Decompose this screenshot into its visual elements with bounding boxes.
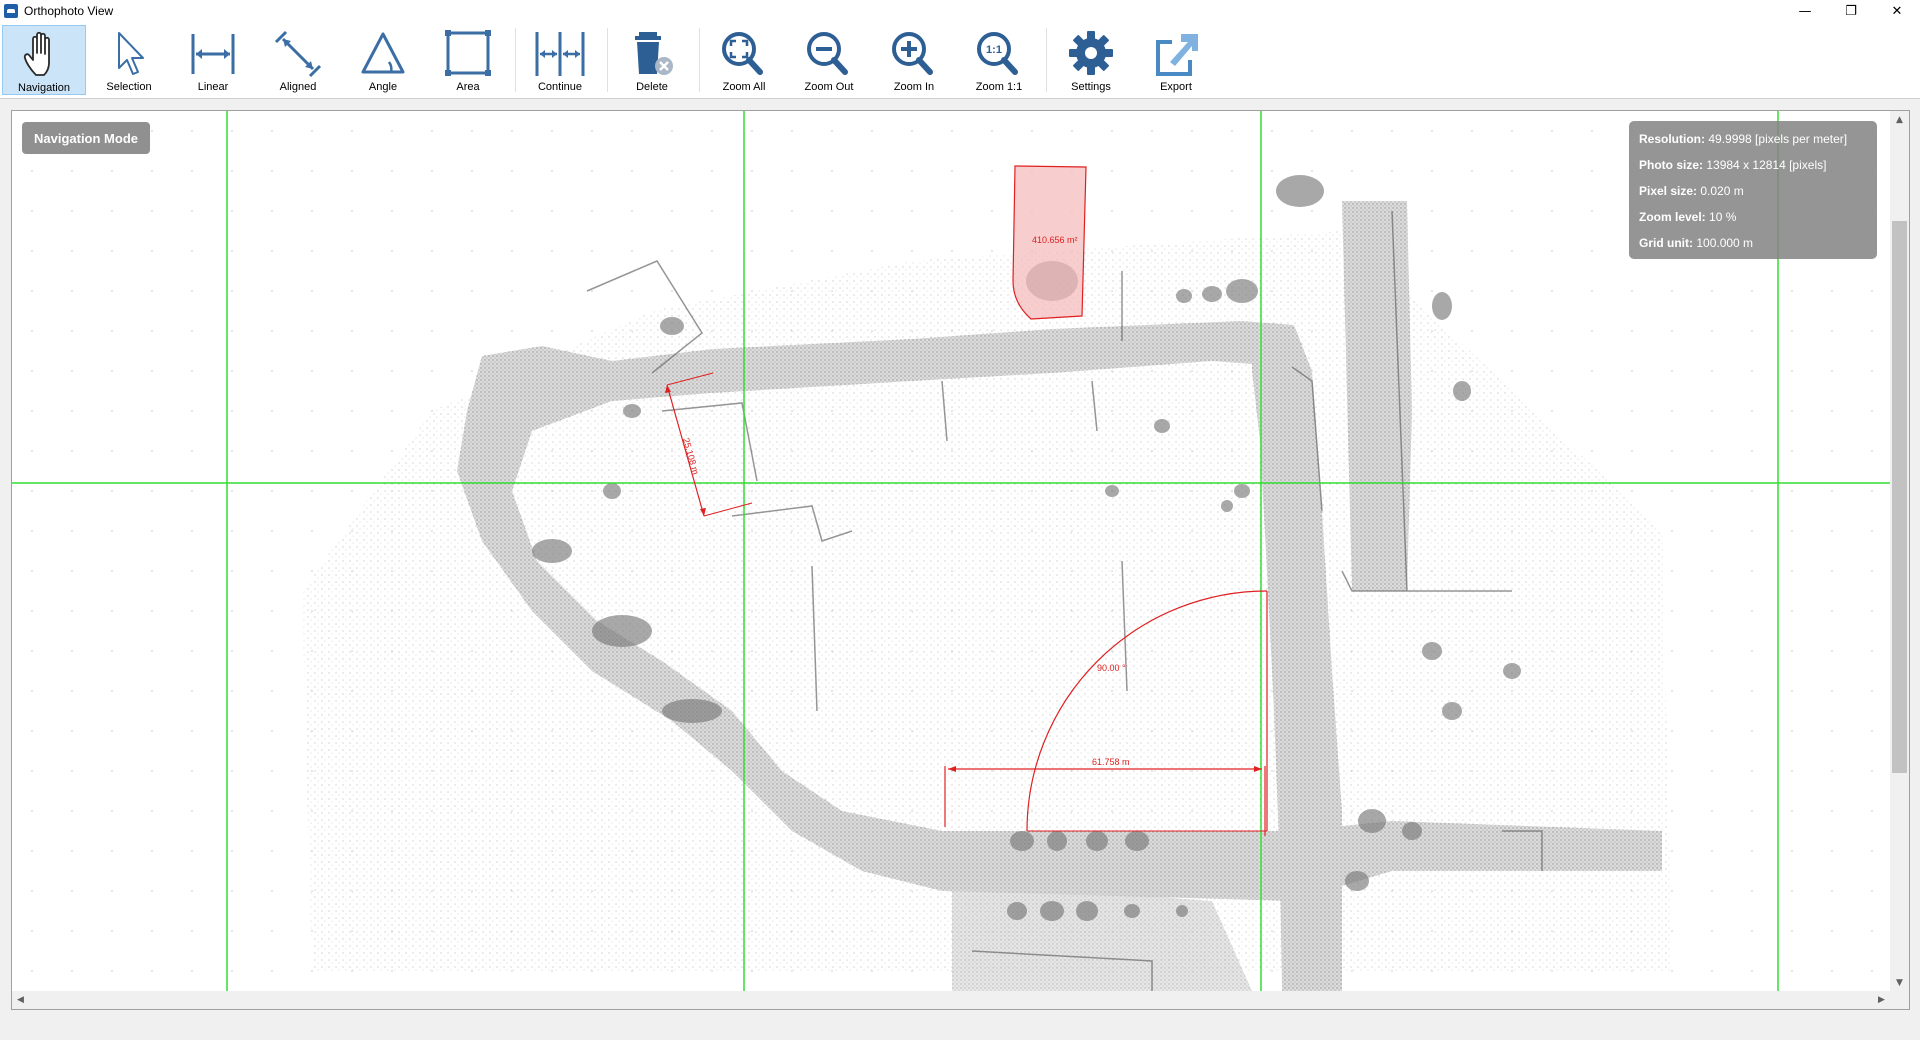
angle-measurement-label: 90.00 °	[1097, 663, 1126, 673]
close-button[interactable]: ✕	[1874, 0, 1920, 22]
linear-measurement-label: 61.758 m	[1092, 757, 1130, 767]
info-value: 49.9998 [pixels per meter]	[1708, 132, 1848, 146]
tool-label: Aligned	[279, 81, 317, 93]
toolbar-separator	[1046, 28, 1047, 92]
restore-button[interactable]: ❐	[1828, 0, 1874, 22]
toolbar: Navigation Selection Linear Aligned Angl…	[0, 22, 1920, 99]
mode-badge: Navigation Mode	[22, 122, 150, 154]
toolbar-separator	[607, 28, 608, 92]
orthophoto-canvas[interactable]: 410.656 m² 25.108 m 90.00 ° 61.758 m Nav…	[11, 110, 1910, 1010]
info-zoom-level: Zoom level: 10 %	[1639, 207, 1867, 233]
selection-tool-button[interactable]: Selection	[87, 25, 171, 95]
tool-label: Navigation	[18, 82, 70, 94]
tool-label: Settings	[1071, 81, 1111, 93]
minimize-button[interactable]: —	[1782, 0, 1828, 22]
cursor-arrow-icon	[118, 32, 144, 75]
horizontal-scrollbar[interactable]: ◀ ▶	[12, 991, 1890, 1009]
continue-measure-icon	[535, 32, 585, 76]
tool-label: Zoom All	[722, 81, 766, 93]
info-value: 13984 x 12814 [pixels]	[1706, 158, 1827, 172]
scroll-right-icon[interactable]: ▶	[1873, 991, 1890, 1009]
info-label: Pixel size:	[1639, 184, 1698, 198]
area-measurement-label: 410.656 m²	[1032, 235, 1078, 245]
info-photo-size: Photo size: 13984 x 12814 [pixels]	[1639, 155, 1867, 181]
zoom-all-button[interactable]: Zoom All	[702, 25, 786, 95]
info-label: Photo size:	[1639, 158, 1704, 172]
svg-text:1:1: 1:1	[986, 44, 1002, 56]
tool-label: Continue	[537, 81, 583, 93]
info-value: 100.000 m	[1696, 236, 1754, 250]
gear-icon	[1069, 31, 1113, 75]
vertical-scrollbar[interactable]: ▲ ▼	[1890, 111, 1909, 991]
aligned-tool-button[interactable]: Aligned	[256, 25, 340, 95]
area-measurement[interactable]: 410.656 m²	[1012, 165, 1087, 320]
linear-measure-icon	[191, 34, 235, 74]
area-measure-icon	[445, 30, 491, 76]
tool-label: Zoom In	[893, 81, 935, 93]
title-bar: Orthophoto View — ❐ ✕	[0, 0, 1920, 22]
hand-icon	[23, 31, 50, 76]
zoom-1-1-button[interactable]: 1:1 Zoom 1:1	[957, 25, 1041, 95]
tool-label: Export	[1160, 81, 1192, 93]
info-label: Resolution:	[1639, 132, 1705, 146]
area-tool-button[interactable]: Area	[426, 25, 510, 95]
tool-label: Area	[456, 81, 480, 93]
linear-tool-button[interactable]: Linear	[171, 25, 255, 95]
tool-label: Zoom Out	[804, 81, 854, 93]
scroll-up-icon[interactable]: ▲	[1890, 111, 1909, 128]
angle-tool-button[interactable]: Angle	[341, 25, 425, 95]
tool-label: Angle	[368, 81, 398, 93]
zoom-1-1-icon: 1:1	[977, 32, 1018, 75]
orthophoto-scene: 410.656 m² 25.108 m 90.00 ° 61.758 m	[12, 111, 1890, 991]
toolbar-separator	[515, 28, 516, 92]
export-button[interactable]: Export	[1134, 25, 1218, 95]
zoom-all-icon	[722, 32, 763, 75]
delete-tool-button[interactable]: Delete	[610, 25, 694, 95]
info-grid-unit: Grid unit: 100.000 m	[1639, 233, 1867, 259]
trash-icon	[635, 32, 673, 75]
tool-label: Selection	[106, 81, 152, 93]
navigation-tool-button[interactable]: Navigation	[2, 25, 86, 95]
angle-measure-icon	[361, 32, 405, 74]
export-icon	[1156, 34, 1198, 76]
toolbar-separator	[699, 28, 700, 92]
scroll-down-icon[interactable]: ▼	[1890, 974, 1909, 991]
scrollbar-corner	[1890, 991, 1909, 1009]
info-panel: Resolution: 49.9998 [pixels per meter] P…	[1629, 121, 1877, 259]
zoom-out-button[interactable]: Zoom Out	[787, 25, 871, 95]
aligned-measure-icon	[274, 30, 322, 78]
zoom-in-icon	[892, 32, 933, 75]
continue-tool-button[interactable]: Continue	[518, 25, 602, 95]
zoom-out-icon	[807, 32, 848, 75]
window-controls: — ❐ ✕	[1782, 0, 1920, 22]
settings-button[interactable]: Settings	[1049, 25, 1133, 95]
zoom-in-button[interactable]: Zoom In	[872, 25, 956, 95]
info-resolution: Resolution: 49.9998 [pixels per meter]	[1639, 129, 1867, 155]
tool-label: Delete	[636, 81, 668, 93]
info-label: Grid unit:	[1639, 236, 1693, 250]
info-value: 0.020 m	[1700, 184, 1744, 198]
info-label: Zoom level:	[1639, 210, 1706, 224]
info-value: 10 %	[1709, 210, 1737, 224]
scroll-left-icon[interactable]: ◀	[12, 991, 29, 1009]
tool-label: Zoom 1:1	[975, 81, 1023, 93]
vertical-scroll-thumb[interactable]	[1892, 221, 1907, 773]
window-title: Orthophoto View	[24, 4, 114, 18]
info-pixel-size: Pixel size: 0.020 m	[1639, 181, 1867, 207]
tool-label: Linear	[197, 81, 229, 93]
app-icon	[4, 4, 18, 18]
